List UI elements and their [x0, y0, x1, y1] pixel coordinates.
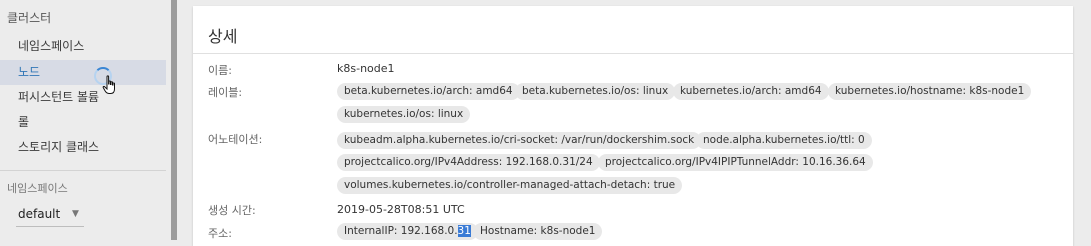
sidebar-item-label: 롤 [18, 115, 30, 129]
sidebar: 클러스터 네임스페이스 노드 퍼시스턴트 볼륨 롤 스토리지 클래스 네임스페이… [0, 0, 167, 240]
label-chip: kubernetes.io/hostname: k8s-node1 [828, 83, 1032, 100]
created-value: 2019-05-28T08:51 UTC [337, 203, 465, 216]
sidebar-item-roles[interactable]: 롤 [0, 110, 166, 135]
namespace-select-value: default [18, 207, 61, 221]
annotation-chip: kubeadm.alpha.kubernetes.io/cri-socket: … [337, 132, 702, 149]
annotation-chip: projectcalico.org/IPv4Address: 192.168.0… [337, 154, 600, 171]
hostname-chip: Hostname: k8s-node1 [473, 223, 603, 240]
annotation-chip: node.alpha.kubernetes.io/ttl: 0 [696, 132, 872, 149]
sidebar-divider [0, 170, 166, 171]
namespace-section-title: 네임스페이스 [7, 182, 68, 195]
label-chip: kubernetes.io/arch: amd64 [673, 83, 829, 100]
hand-cursor-icon [102, 75, 115, 94]
selected-text: 31 [457, 225, 471, 237]
internal-ip-chip: InternalIP: 192.168.0.31 [337, 223, 478, 240]
sidebar-item-label: 네임스페이스 [18, 39, 85, 53]
detail-card: 상세 이름: k8s-node1 레이블: beta.kubernetes.io… [193, 6, 1073, 246]
sidebar-item-label: 퍼시스턴트 볼륨 [18, 90, 100, 104]
label-chip: beta.kubernetes.io/os: linux [515, 83, 676, 100]
sidebar-item-nodes[interactable]: 노드 [0, 60, 166, 85]
sidebar-item-label: 노드 [18, 65, 41, 79]
main-content: 상세 이름: k8s-node1 레이블: beta.kubernetes.io… [177, 0, 1091, 246]
chevron-down-icon: ▼ [72, 209, 79, 219]
label-chip: beta.kubernetes.io/arch: amd64 [337, 83, 520, 100]
address-label: 주소: [208, 227, 232, 240]
label-chip: kubernetes.io/os: linux [337, 106, 471, 123]
annotation-chip: volumes.kubernetes.io/controller-managed… [337, 177, 683, 194]
namespace-select-underline [16, 226, 84, 227]
card-title: 상세 [208, 27, 238, 46]
created-label: 생성 시간: [208, 204, 256, 217]
annotation-chip: projectcalico.org/IPv4IPIPTunnelAddr: 10… [598, 154, 873, 171]
cluster-section-title: 클러스터 [7, 11, 52, 25]
annotations-label: 어노테이션: [208, 133, 263, 146]
name-label: 이름: [208, 64, 232, 77]
labels-label: 레이블: [208, 86, 243, 99]
sidebar-item-storage-classes[interactable]: 스토리지 클래스 [0, 135, 166, 160]
sidebar-item-label: 스토리지 클래스 [18, 140, 100, 154]
sidebar-item-namespaces[interactable]: 네임스페이스 [0, 34, 166, 59]
namespace-select[interactable]: default ▼ [18, 204, 88, 224]
name-value: k8s-node1 [337, 62, 395, 75]
card-header-divider [193, 53, 1073, 54]
internal-ip-text: InternalIP: 192.168.0. [344, 225, 458, 237]
sidebar-item-persistent-volumes[interactable]: 퍼시스턴트 볼륨 [0, 85, 166, 110]
